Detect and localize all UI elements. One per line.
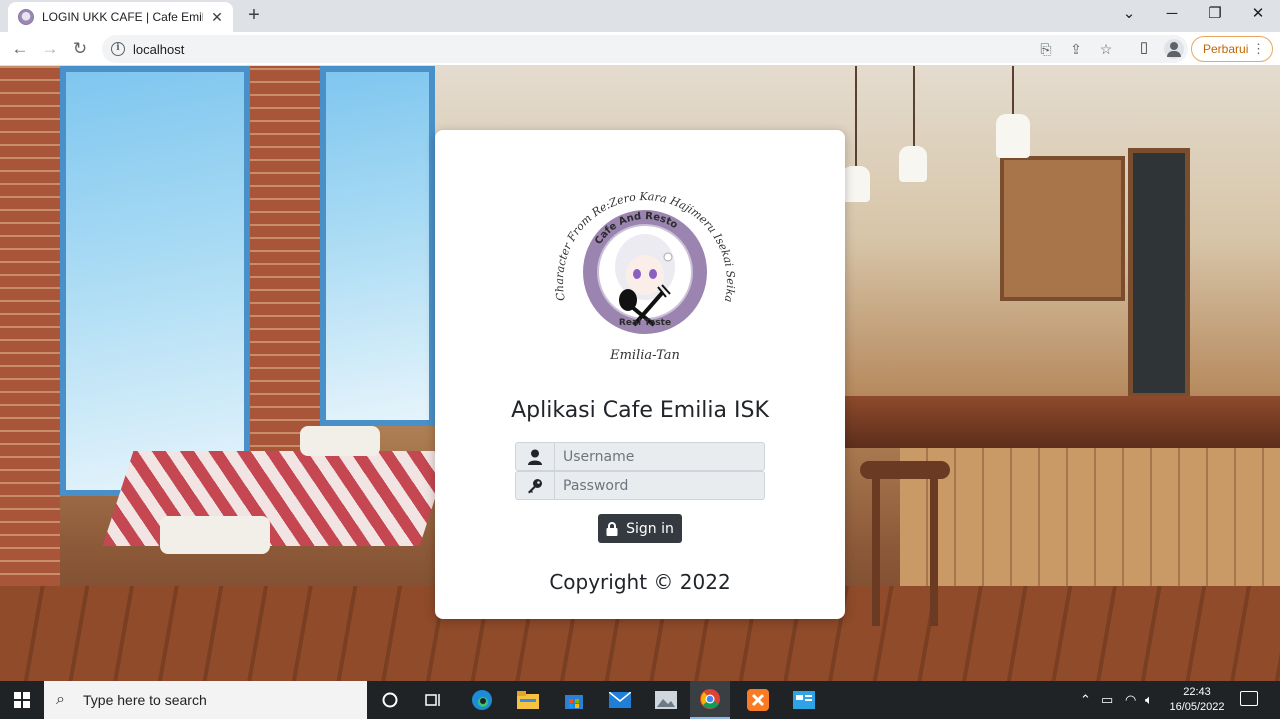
task-view-icon[interactable] xyxy=(414,681,454,719)
windows-start-icon[interactable] xyxy=(14,692,30,708)
translate-icon[interactable]: ⎘ xyxy=(1036,40,1056,58)
menu-dots-icon[interactable]: ⋮ xyxy=(1252,37,1265,61)
character-eye xyxy=(633,269,641,279)
search-icon: ⌕ xyxy=(56,691,65,708)
site-info-icon[interactable]: i xyxy=(111,42,125,56)
bar-stool-leg xyxy=(872,476,880,626)
chair xyxy=(160,516,270,554)
lock-icon xyxy=(606,521,618,536)
minimize-button[interactable]: ─ xyxy=(1159,4,1185,24)
tab-title: LOGIN UKK CAFE | Cafe Emilia ISK xyxy=(42,10,203,24)
wall-shelf xyxy=(1000,156,1125,301)
clock-time: 22:43 xyxy=(1183,686,1211,698)
photos-icon[interactable] xyxy=(646,681,686,719)
pendant-lamp xyxy=(899,146,927,182)
side-panel-icon[interactable]: ▯ xyxy=(1132,37,1156,59)
counter-top xyxy=(845,396,1280,448)
xampp-icon[interactable] xyxy=(738,681,778,719)
chevron-up-icon[interactable]: ⌃ xyxy=(1080,692,1091,708)
url-text[interactable]: localhost xyxy=(133,42,184,57)
menu-chalkboard xyxy=(1128,148,1190,398)
lamp-cord xyxy=(1012,66,1014,114)
share-icon[interactable]: ⇪ xyxy=(1066,40,1086,58)
mail-icon[interactable] xyxy=(600,681,640,719)
user-icon xyxy=(515,442,555,471)
lamp-cord xyxy=(913,66,915,146)
profile-avatar-icon[interactable] xyxy=(1164,39,1184,59)
taskbar-search-placeholder: Type here to search xyxy=(83,692,207,708)
address-bar[interactable]: i localhost ⎘ ⇪ ☆ xyxy=(102,35,1278,63)
cafe-window-left xyxy=(60,66,250,496)
chair xyxy=(300,426,380,456)
clock-date: 16/05/2022 xyxy=(1169,701,1225,713)
sign-in-button[interactable]: Sign in xyxy=(598,514,682,543)
password-input[interactable] xyxy=(555,471,765,500)
back-arrow-icon[interactable]: ← xyxy=(8,37,32,61)
forward-arrow-icon[interactable]: → xyxy=(38,37,62,61)
taskbar-clock[interactable]: 22:43 16/05/2022 xyxy=(1166,685,1228,715)
tab-search-chevron-icon[interactable]: ⌄ xyxy=(1116,4,1142,24)
copyright-text: Copyright © 2022 xyxy=(549,570,731,594)
app-title: Aplikasi Cafe Emilia ISK xyxy=(511,398,769,423)
character-face xyxy=(626,255,664,295)
lamp-cord xyxy=(855,66,857,166)
bar-stool-leg xyxy=(930,476,938,626)
battery-icon[interactable]: ▭ xyxy=(1101,692,1113,708)
page-background: Character From Re:Zero Kara Hajimeru Ise… xyxy=(0,66,1280,681)
browser-tab[interactable]: LOGIN UKK CAFE | Cafe Emilia ISK ✕ xyxy=(8,2,233,32)
wifi-icon[interactable]: ◠ xyxy=(1125,692,1136,708)
windows-taskbar: ⌕ Type here to search ⌃ ▭ ◠ 🔈︎ 22:43 16/… xyxy=(0,681,1280,719)
brick-wall-left xyxy=(0,66,60,586)
update-button[interactable]: Perbarui ⋮ xyxy=(1191,36,1273,62)
notification-icon[interactable] xyxy=(1240,691,1258,706)
store-icon[interactable] xyxy=(554,681,594,719)
browser-toolbar: ← → ↻ i localhost ⎘ ⇪ ☆ xyxy=(0,32,1280,66)
new-tab-button[interactable]: + xyxy=(244,4,264,26)
username-group xyxy=(515,442,765,471)
cortana-icon[interactable] xyxy=(370,681,410,719)
counter-front xyxy=(900,448,1280,598)
pendant-lamp xyxy=(842,166,870,202)
bookmark-star-icon[interactable]: ☆ xyxy=(1096,40,1116,58)
cafe-logo: Character From Re:Zero Kara Hajimeru Ise… xyxy=(550,175,737,363)
login-card: Character From Re:Zero Kara Hajimeru Ise… xyxy=(435,130,845,619)
control-panel-icon[interactable] xyxy=(784,681,824,719)
checkered-table xyxy=(102,451,451,546)
logo-signature: Emilia-Tan xyxy=(609,348,680,363)
edge-icon[interactable] xyxy=(462,681,502,719)
sign-in-label: Sign in xyxy=(626,520,674,537)
favicon-icon xyxy=(18,9,34,25)
taskbar-search-box[interactable]: ⌕ Type here to search xyxy=(44,681,367,719)
close-window-button[interactable]: ✕ xyxy=(1245,4,1271,24)
cafe-window-right xyxy=(320,66,435,426)
pendant-lamp xyxy=(996,114,1030,158)
key-icon xyxy=(515,471,555,500)
logo-tagline: Real Taste xyxy=(619,318,671,328)
username-input[interactable] xyxy=(555,442,765,471)
password-group xyxy=(515,471,765,500)
hair-flower xyxy=(663,252,673,262)
update-label: Perbarui xyxy=(1203,42,1249,56)
close-tab-icon[interactable]: ✕ xyxy=(209,9,225,26)
restore-button[interactable]: ❐ xyxy=(1202,4,1228,24)
chrome-icon[interactable] xyxy=(690,681,730,719)
file-explorer-icon[interactable] xyxy=(508,681,548,719)
browser-tab-bar: LOGIN UKK CAFE | Cafe Emilia ISK ✕ + ⌄ ─… xyxy=(0,0,1280,32)
character-eye xyxy=(649,269,657,279)
volume-icon[interactable]: 🔈︎ xyxy=(1145,692,1153,708)
reload-icon[interactable]: ↻ xyxy=(68,37,92,61)
address-field[interactable]: i localhost ⎘ ⇪ ☆ xyxy=(102,35,1188,63)
